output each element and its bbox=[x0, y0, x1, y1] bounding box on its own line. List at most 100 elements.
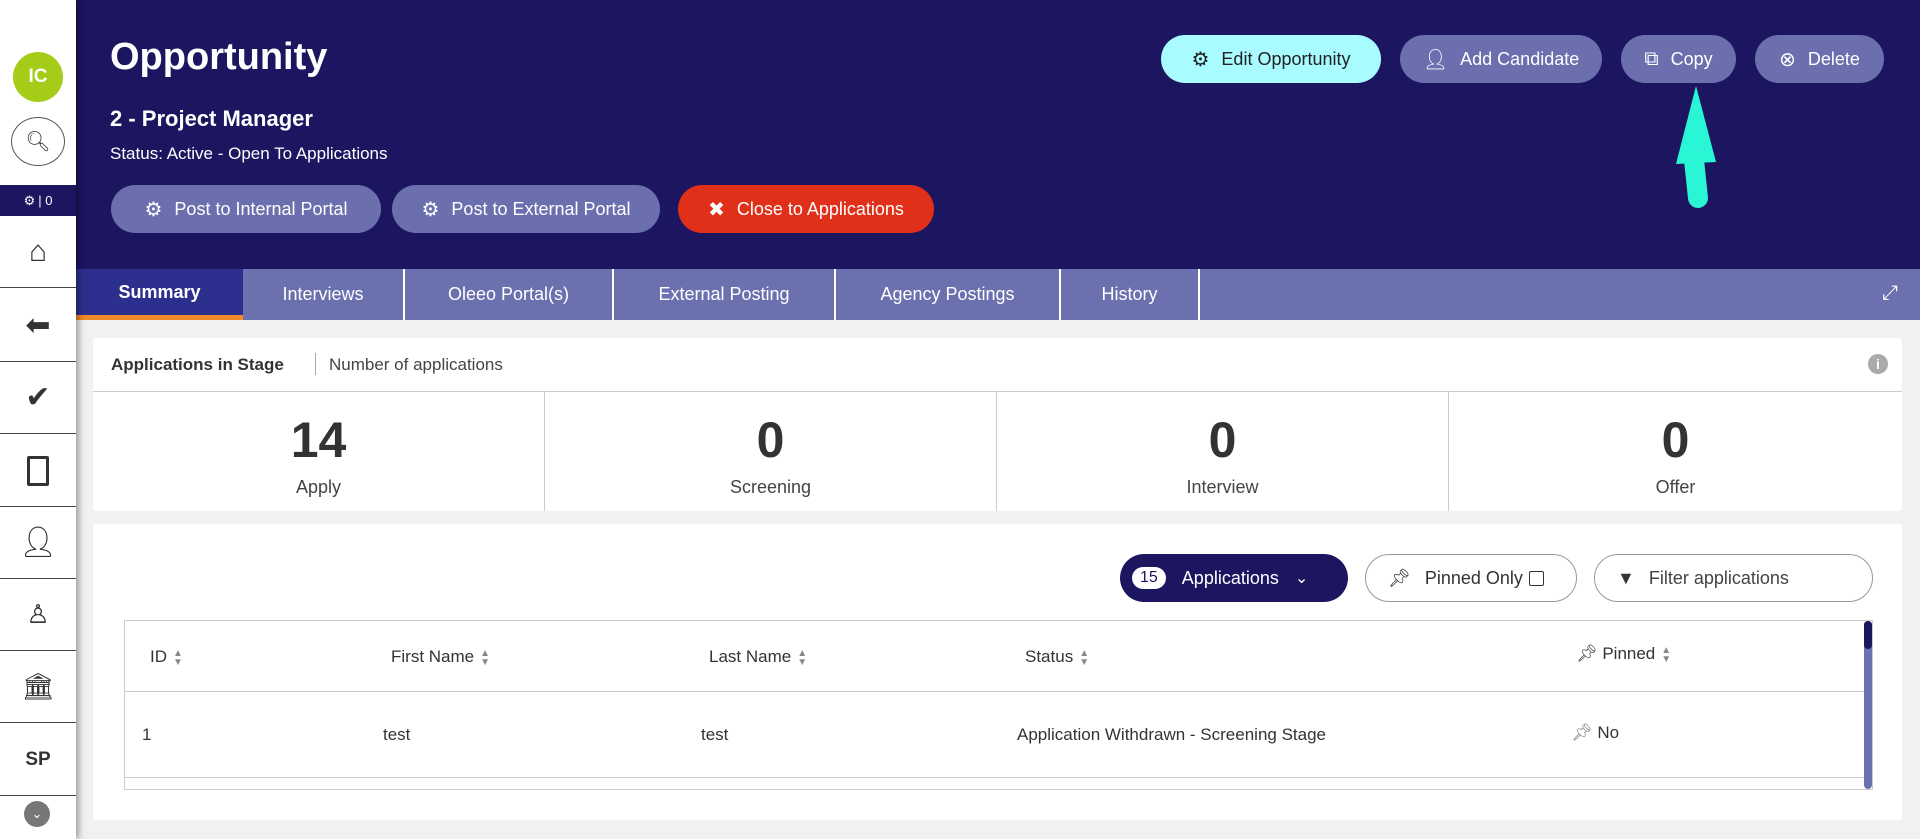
sidebar-item-back[interactable]: ⬅ bbox=[0, 290, 76, 362]
search-icon: 🔍︎ bbox=[25, 131, 51, 153]
label: Delete bbox=[1807, 48, 1860, 69]
stat-screening[interactable]: 0 Screening bbox=[545, 391, 997, 511]
cell-last-name: test bbox=[701, 725, 729, 744]
opportunity-status: Status: Active - Open To Applications bbox=[110, 144, 388, 163]
add-candidate-button[interactable]: 👤︎ Add Candidate bbox=[1400, 35, 1602, 83]
scrollbar[interactable] bbox=[1864, 621, 1872, 789]
pinned-only-toggle[interactable]: 📌︎ Pinned Only bbox=[1365, 554, 1577, 602]
tab-agency-postings[interactable]: Agency Postings bbox=[836, 269, 1061, 320]
check-icon: ✔ bbox=[25, 381, 51, 414]
delete-button[interactable]: ⊗ Delete bbox=[1755, 35, 1884, 83]
gear-icon: ⚙ bbox=[421, 198, 440, 221]
copy-button[interactable]: ⧉ Copy bbox=[1621, 35, 1736, 83]
column-first-name[interactable]: First Name ▲ ▼ bbox=[391, 647, 490, 667]
cell-status: Application Withdrawn - Screening Stage bbox=[1017, 725, 1326, 744]
applications-in-stage-card: Applications in Stage Number of applicat… bbox=[93, 338, 1902, 511]
tab-bar: Summary Interviews Oleeo Portal(s) Exter… bbox=[76, 269, 1920, 320]
tab-external-posting[interactable]: External Posting bbox=[614, 269, 836, 320]
sort-icon: ▲ ▼ bbox=[797, 647, 808, 668]
sidebar-item-home[interactable]: ⌂ bbox=[0, 216, 76, 288]
stat-value: 0 bbox=[756, 412, 785, 468]
stat-label: Screening bbox=[729, 477, 812, 497]
label: Add Candidate bbox=[1460, 48, 1580, 69]
x-icon: ✖ bbox=[708, 198, 725, 221]
info-icon[interactable]: i bbox=[1868, 354, 1888, 374]
tab-summary[interactable]: Summary bbox=[76, 269, 243, 320]
filter-icon: ▼ bbox=[1617, 567, 1635, 588]
stat-label: Apply bbox=[295, 477, 342, 497]
counter-text: | 0 bbox=[38, 193, 53, 208]
label: Copy bbox=[1670, 48, 1713, 69]
edit-opportunity-button[interactable]: ⚙ Edit Opportunity bbox=[1161, 35, 1381, 83]
sidebar-item-candidates[interactable]: 👤︎ bbox=[0, 507, 76, 579]
label: Pinned Only bbox=[1424, 567, 1523, 588]
person-search-icon: ♙ bbox=[26, 599, 50, 629]
bank-icon: 🏛︎ bbox=[21, 671, 55, 701]
column-id[interactable]: ID ▲ ▼ bbox=[150, 647, 183, 667]
divider bbox=[315, 353, 316, 375]
applications-dropdown[interactable]: 15 Applications ⌄ bbox=[1120, 554, 1348, 602]
sidebar-item-search-candidates[interactable]: ♙ bbox=[0, 579, 76, 651]
column-last-name[interactable]: Last Name ▲ ▼ bbox=[709, 647, 807, 667]
card-subtitle: Number of applications bbox=[329, 355, 503, 374]
post-external-button[interactable]: ⚙ Post to External Portal bbox=[392, 185, 660, 233]
filter-placeholder: Filter applications bbox=[1648, 567, 1789, 588]
sort-icon: ▲ ▼ bbox=[173, 647, 183, 668]
sort-icon: ▲ ▼ bbox=[1079, 647, 1090, 668]
copy-icon: ⧉ bbox=[1644, 47, 1659, 70]
sort-icon: ▲ ▼ bbox=[1661, 644, 1672, 665]
sidebar-item-organisation[interactable]: 🏛︎ bbox=[0, 651, 76, 723]
filter-applications-input[interactable]: ▼ Filter applications bbox=[1594, 554, 1873, 602]
tab-interviews[interactable]: Interviews bbox=[243, 269, 405, 320]
column-pinned[interactable]: 📌︎ Pinned ▲ ▼ bbox=[1576, 644, 1671, 664]
arrow-left-icon: ⬅ bbox=[25, 309, 51, 342]
cell-first-name: test bbox=[383, 725, 411, 744]
stat-apply[interactable]: 14 Apply bbox=[93, 391, 545, 511]
tab-oleeo-portals[interactable]: Oleeo Portal(s) bbox=[405, 269, 614, 320]
gear-icon: ⚙ bbox=[1191, 48, 1210, 71]
pin-icon: 📌︎ bbox=[1388, 567, 1411, 588]
column-status[interactable]: Status ▲ ▼ bbox=[1025, 647, 1089, 667]
chevron-down-icon: ⌄ bbox=[1294, 570, 1309, 587]
user-menu[interactable]: SP bbox=[0, 724, 76, 796]
post-internal-button[interactable]: ⚙ Post to Internal Portal bbox=[111, 185, 381, 233]
stat-value: 14 bbox=[290, 412, 347, 468]
tab-history[interactable]: History bbox=[1061, 269, 1200, 320]
sidebar-item-tasks[interactable]: ✔ bbox=[0, 362, 76, 434]
stat-label: Offer bbox=[1655, 477, 1696, 497]
label: Edit Opportunity bbox=[1221, 48, 1351, 69]
expand-icon[interactable]: ⤢ bbox=[1882, 282, 1898, 305]
table-row[interactable]: 1 test test Application Withdrawn - Scre… bbox=[125, 692, 1865, 778]
label: Post to Internal Portal bbox=[174, 198, 348, 219]
applications-card: 15 Applications ⌄ 📌︎ Pinned Only ▼ Filte… bbox=[93, 524, 1902, 820]
chevron-down-icon[interactable]: ⌄ bbox=[24, 801, 50, 827]
document-icon bbox=[27, 455, 49, 486]
label: Applications bbox=[1181, 567, 1279, 588]
table-header: ID ▲ ▼ First Name ▲ ▼ Last Name ▲ ▼ Status ▲ ▼ 📌… bbox=[125, 621, 1865, 692]
person-icon: 👤︎ bbox=[18, 526, 58, 559]
home-icon: ⌂ bbox=[28, 234, 48, 268]
pinned-value: No bbox=[1597, 723, 1620, 742]
gear-icon: ⚙ bbox=[144, 198, 163, 221]
search-button[interactable]: 🔍︎ bbox=[11, 117, 65, 166]
label: Post to External Portal bbox=[451, 198, 631, 219]
stat-label: Interview bbox=[1186, 477, 1259, 497]
cell-id: 1 bbox=[142, 725, 152, 744]
sidebar-item-documents[interactable] bbox=[0, 435, 76, 507]
opportunity-header: Opportunity 2 - Project Manager Status: … bbox=[76, 0, 1920, 269]
settings-counter[interactable]: ⚙ | 0 bbox=[0, 185, 76, 216]
sort-icon: ▲ ▼ bbox=[480, 647, 491, 668]
scrollbar-thumb[interactable] bbox=[1864, 621, 1872, 649]
stat-offer[interactable]: 0 Offer bbox=[1449, 391, 1902, 511]
close-applications-button[interactable]: ✖ Close to Applications bbox=[678, 185, 934, 233]
applications-table: ID ▲ ▼ First Name ▲ ▼ Last Name ▲ ▼ Status ▲ ▼ 📌… bbox=[124, 620, 1873, 790]
label: Close to Applications bbox=[736, 198, 904, 219]
checkbox[interactable] bbox=[1528, 570, 1544, 586]
card-title: Applications in Stage bbox=[111, 355, 284, 374]
count-badge: 15 bbox=[1132, 567, 1166, 589]
avatar[interactable]: IC bbox=[13, 52, 63, 102]
stat-interview[interactable]: 0 Interview bbox=[997, 391, 1449, 511]
cell-pinned[interactable]: 📌︎ No bbox=[1571, 723, 1619, 743]
opportunity-name: 2 - Project Manager bbox=[110, 106, 313, 131]
pin-outline-icon: 📌︎ bbox=[1571, 723, 1593, 742]
